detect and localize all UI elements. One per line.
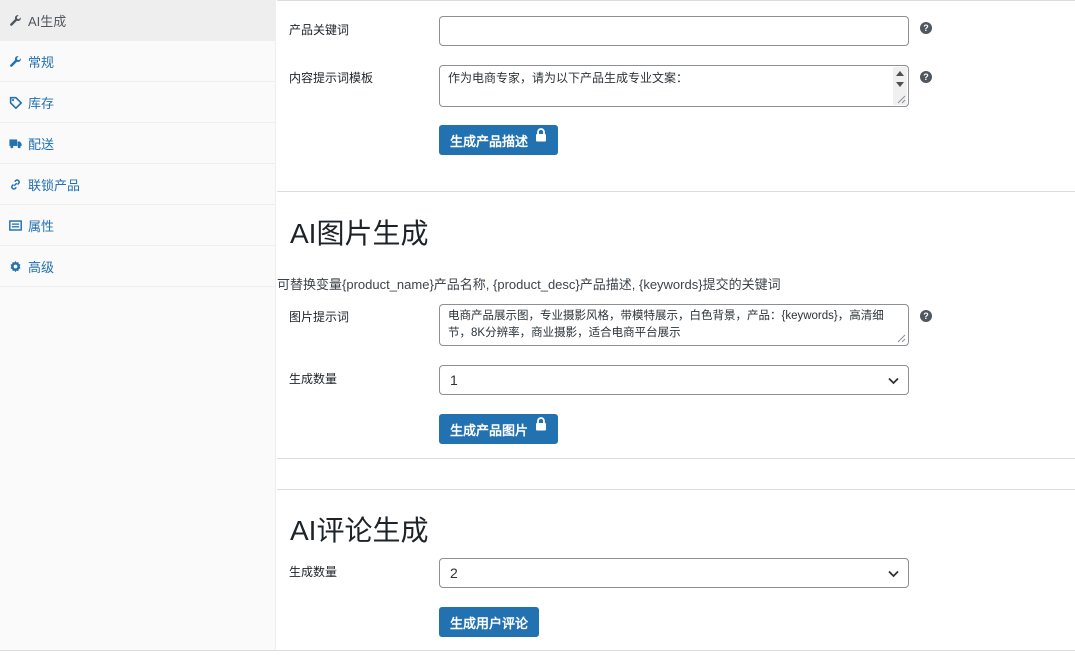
list-icon <box>8 218 22 232</box>
resize-handle-icon[interactable] <box>897 334 906 343</box>
gear-icon <box>8 259 22 273</box>
sidebar-item-label: 高级 <box>28 259 55 275</box>
chevron-down-icon <box>888 377 899 385</box>
sidebar-item-inventory[interactable]: 库存 <box>0 82 275 123</box>
image-section-title: AI图片生成 <box>290 218 429 249</box>
generate-review-button[interactable]: 生成用户评论 <box>439 607 540 637</box>
chevron-down-icon <box>888 570 899 578</box>
product-data-tabs: AI生成 常规 库存 配送 联锁产品 属性 高级 <box>0 0 276 650</box>
template-text: 作为电商专家，请为以下产品生成专业文案： <box>448 71 689 85</box>
section-divider <box>277 191 1075 192</box>
ai-generate-panel: 产品关键词 ? 内容提示词模板 作为电商专家，请为以下产品生成专业文案： ? 生… <box>277 0 1075 650</box>
wrench-icon <box>8 13 22 27</box>
keyword-input[interactable] <box>439 16 909 46</box>
image-variables-description: 可替换变量{product_name}产品名称, {product_desc}产… <box>277 277 781 292</box>
sidebar-item-label: 属性 <box>28 218 55 234</box>
review-section-title: AI评论生成 <box>290 515 429 546</box>
bottom-divider <box>0 650 1075 651</box>
sidebar-item-general[interactable]: 常规 <box>0 41 275 82</box>
sidebar-item-shipping[interactable]: 配送 <box>0 123 275 164</box>
sidebar-item-label: 配送 <box>28 136 55 152</box>
lock-icon <box>536 417 547 431</box>
truck-icon <box>8 136 22 150</box>
review-count-select[interactable]: 2 <box>439 558 909 588</box>
review-count-label: 生成数量 <box>289 565 338 579</box>
section-divider <box>277 458 1075 459</box>
image-prompt-label: 图片提示词 <box>289 310 350 324</box>
image-prompt-text: 电商产品展示图，专业摄影风格，带模特展示，白色背景，产品：{keywords}，… <box>448 310 884 339</box>
link-icon <box>8 177 22 191</box>
help-icon[interactable]: ? <box>920 310 932 322</box>
sidebar-item-advanced[interactable]: 高级 <box>0 246 275 287</box>
scroll-down-icon[interactable] <box>896 82 904 87</box>
image-count-label: 生成数量 <box>289 372 338 386</box>
sidebar-item-label: AI生成 <box>28 13 67 29</box>
help-icon[interactable]: ? <box>920 71 932 83</box>
image-prompt-textarea[interactable]: 电商产品展示图，专业摄影风格，带模特展示，白色背景，产品：{keywords}，… <box>439 304 909 346</box>
template-textarea[interactable]: 作为电商专家，请为以下产品生成专业文案： <box>439 65 909 107</box>
sidebar-item-label: 库存 <box>28 95 55 111</box>
generate-description-button[interactable]: 生成产品描述 <box>439 125 559 155</box>
section-divider <box>277 489 1075 490</box>
template-label: 内容提示词模板 <box>289 71 374 85</box>
image-count-select[interactable]: 1 <box>439 365 909 395</box>
sidebar-item-label: 联锁产品 <box>28 177 81 193</box>
generate-image-button[interactable]: 生成产品图片 <box>439 414 559 444</box>
sidebar-item-linked-products[interactable]: 联锁产品 <box>0 164 275 205</box>
resize-handle-icon[interactable] <box>897 95 906 104</box>
scroll-up-icon[interactable] <box>896 71 904 76</box>
help-icon[interactable]: ? <box>920 22 932 34</box>
keyword-label: 产品关键词 <box>289 23 350 37</box>
wrench-icon <box>8 54 22 68</box>
top-divider <box>277 0 1075 1</box>
tag-icon <box>8 95 22 109</box>
sidebar-item-attributes[interactable]: 属性 <box>0 205 275 246</box>
sidebar-item-ai-generate[interactable]: AI生成 <box>0 0 275 41</box>
sidebar-item-label: 常规 <box>28 54 55 70</box>
lock-icon <box>536 128 547 142</box>
